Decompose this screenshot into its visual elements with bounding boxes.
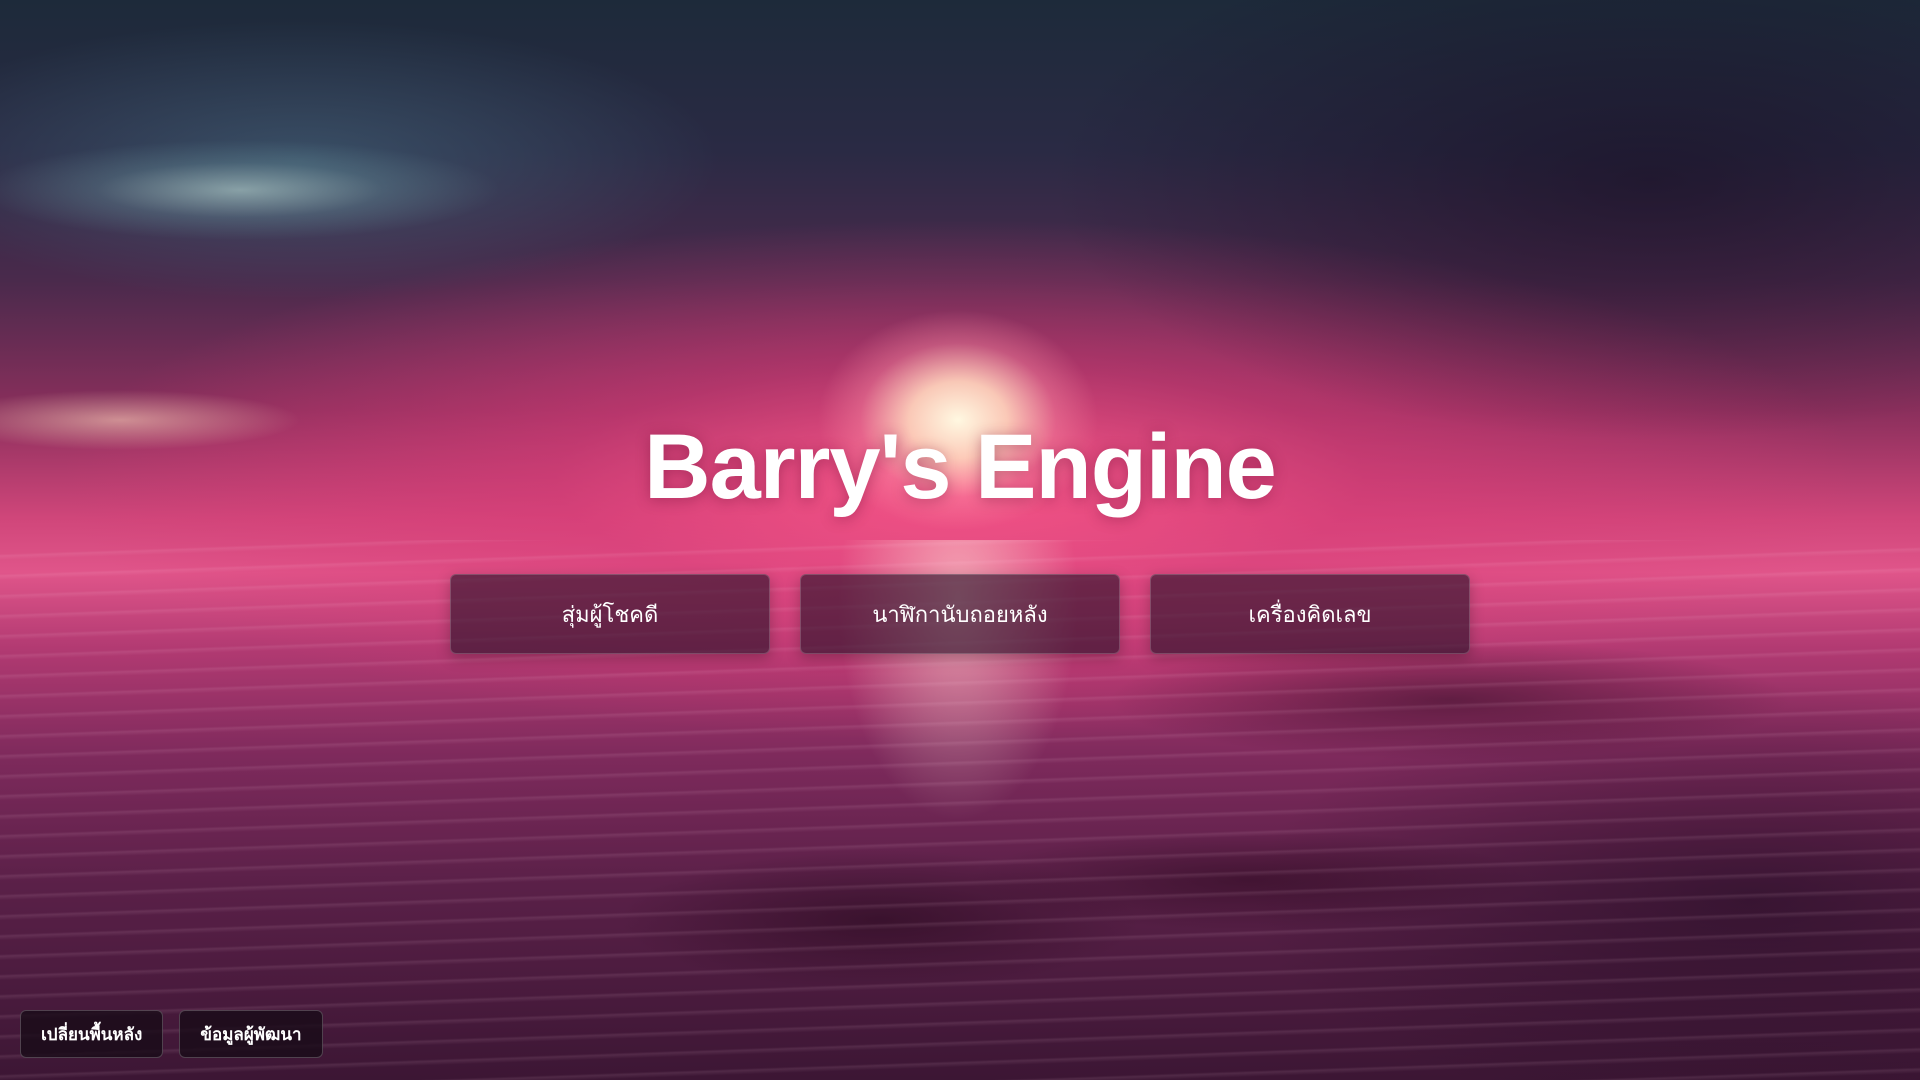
calculator-button[interactable]: เครื่องคิดเลข [1150,574,1470,654]
app-title: Barry's Engine [644,416,1277,518]
main-menu: สุ่มผู้โชคดี นาฬิกานับถอยหลัง เครื่องคิด… [450,574,1470,654]
app-root: Barry's Engine สุ่มผู้โชคดี นาฬิกานับถอย… [0,0,1920,1080]
footer-toolbar: เปลี่ยนพื้นหลัง ข้อมูลผู้พัฒนา [20,1010,323,1058]
countdown-timer-button[interactable]: นาฬิกานับถอยหลัง [800,574,1120,654]
random-winner-button[interactable]: สุ่มผู้โชคดี [450,574,770,654]
change-background-button[interactable]: เปลี่ยนพื้นหลัง [20,1010,164,1058]
developer-info-button[interactable]: ข้อมูลผู้พัฒนา [179,1010,323,1058]
